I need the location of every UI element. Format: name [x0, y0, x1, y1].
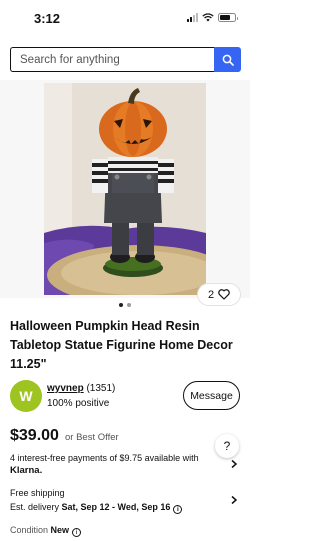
watch-count: 2	[207, 288, 215, 301]
klarna-label: Klarna.	[10, 465, 43, 476]
best-offer-label: or Best Offer	[65, 432, 119, 443]
image-gallery[interactable]: 2	[0, 80, 250, 305]
info-icon[interactable]: i	[173, 505, 183, 514]
condition-value: New	[50, 525, 70, 535]
seller-feedback-count: (1351)	[86, 383, 116, 394]
watch-button[interactable]: 2	[198, 284, 240, 305]
status-bar: 3:12	[0, 0, 250, 38]
status-icons	[187, 13, 238, 22]
pager-dot	[127, 303, 131, 307]
condition-label: Condition	[10, 525, 49, 535]
pager-dot-active	[119, 303, 123, 307]
item-title: Halloween Pumpkin Head Resin Tabletop St…	[10, 319, 233, 371]
chevron-right-icon[interactable]	[229, 459, 239, 469]
shipping-est-dates: Sat, Sep 12 - Wed, Sep 16	[61, 502, 171, 512]
seller-positive: 100% positive	[47, 398, 110, 409]
status-time: 3:12	[34, 11, 61, 26]
item-price: $39.00	[10, 427, 59, 444]
shipping-free: Free shipping	[10, 488, 65, 498]
info-icon[interactable]: i	[72, 528, 82, 537]
chevron-right-icon[interactable]	[229, 495, 239, 505]
gallery-pager[interactable]	[0, 303, 250, 307]
condition-row: Condition New i	[10, 525, 82, 537]
search-icon	[222, 54, 234, 66]
shipping-estimate: Est. delivery Sat, Sep 12 - Wed, Sep 16 i	[10, 502, 183, 514]
battery-icon	[218, 13, 238, 22]
seller-avatar[interactable]: W	[10, 380, 42, 412]
shipping-est-label: Est. delivery	[10, 502, 62, 512]
message-button[interactable]: Message	[183, 381, 240, 410]
installments-text: 4 interest-free payments of $9.75 availa…	[10, 453, 199, 463]
search-input[interactable]	[10, 47, 214, 72]
seller-name-link[interactable]: wyvnep	[47, 383, 84, 394]
item-photo[interactable]	[44, 83, 206, 295]
seller-info: wyvnep (1351)	[47, 383, 115, 394]
installments-row[interactable]: 4 interest-free payments of $9.75 availa…	[10, 452, 220, 477]
search-button[interactable]	[214, 47, 241, 72]
heart-icon	[218, 289, 230, 300]
wifi-icon	[202, 13, 214, 22]
search-bar	[10, 47, 241, 72]
signal-icon	[187, 13, 198, 22]
